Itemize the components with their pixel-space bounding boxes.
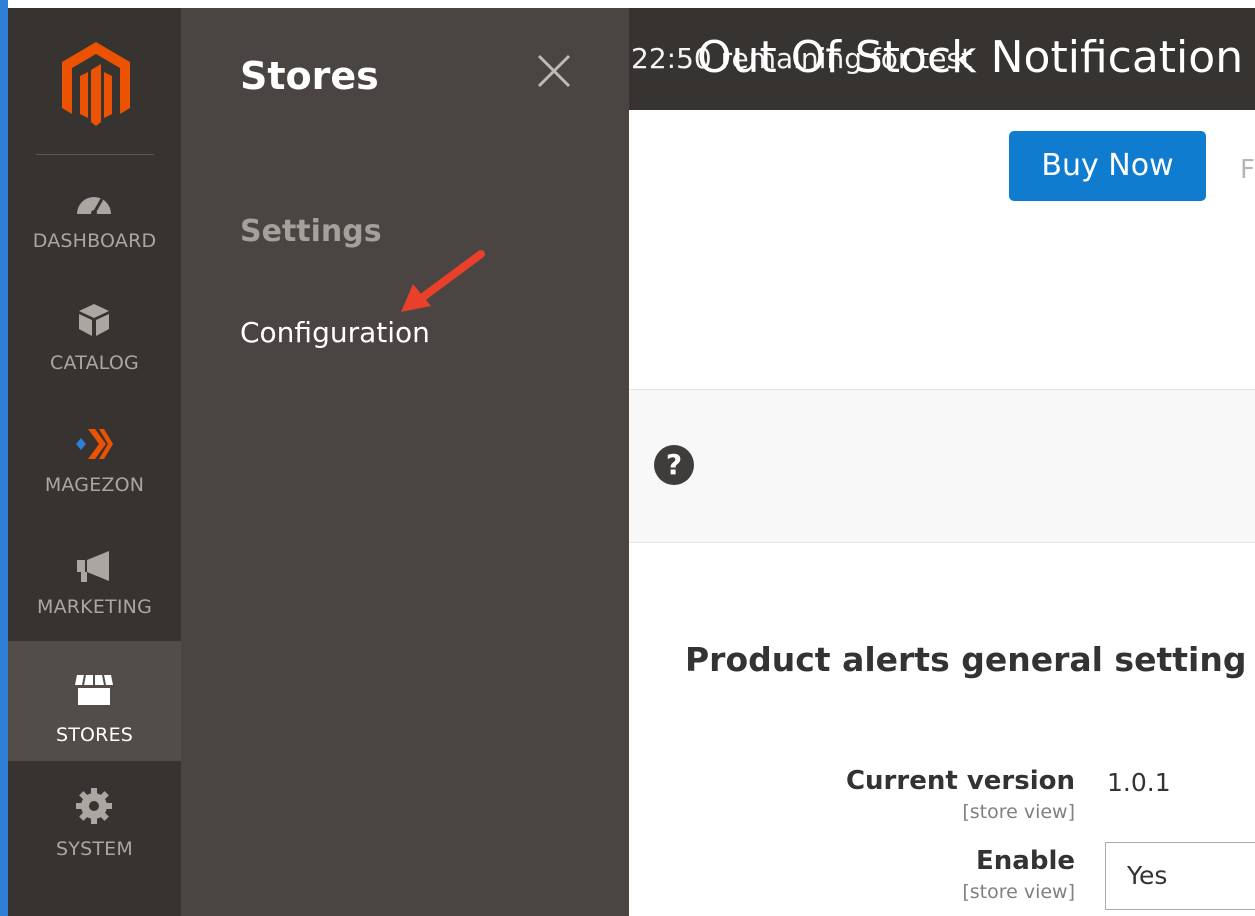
nav-item-system[interactable]: SYSTEM: [8, 780, 181, 900]
nav-item-dashboard[interactable]: DASHBOARD: [8, 170, 181, 290]
page-header: Out Of Stock Notification 22:50 remainin…: [629, 8, 1255, 110]
logo-divider: [36, 154, 154, 155]
nav-label-magezon: MAGEZON: [44, 474, 145, 496]
configuration-link[interactable]: Configuration: [240, 316, 430, 349]
flyout-title: Stores: [240, 54, 379, 98]
dashboard-gauge-icon: [77, 197, 111, 216]
annotation-arrow-icon: [401, 250, 485, 312]
gear-icon: [76, 788, 112, 824]
current-version-value: 1.0.1: [1107, 768, 1171, 797]
flyout-section-settings: Settings: [240, 214, 382, 249]
enable-label: Enable: [976, 846, 1075, 876]
enable-scope: [store view]: [962, 881, 1075, 903]
stores-flyout-menu: Stores Settings Configuration: [181, 8, 629, 916]
nav-item-marketing[interactable]: MARKETING: [8, 536, 181, 656]
megaphone-icon: [77, 551, 109, 582]
help-strip: [629, 389, 1255, 543]
nav-item-magezon[interactable]: MAGEZON: [8, 414, 181, 534]
magento-logo-icon[interactable]: [60, 40, 132, 130]
section-title: Product alerts general setting: [685, 640, 1247, 679]
truncated-action-label: F: [1240, 155, 1255, 185]
magezon-chevrons-icon: [76, 429, 113, 459]
store-icon: [75, 674, 113, 705]
buy-now-button[interactable]: Buy Now: [1009, 131, 1206, 201]
enable-select-value: Yes: [1127, 861, 1168, 890]
catalog-box-icon: [79, 304, 109, 336]
nav-label-system: SYSTEM: [56, 838, 133, 860]
nav-item-catalog[interactable]: CATALOG: [8, 292, 181, 412]
admin-sidebar: DASHBOARD CATALOG MAGEZON MARKETING STOR…: [8, 8, 181, 916]
nav-item-stores[interactable]: STORES: [8, 641, 181, 761]
test-timer: 22:50 remaining for test: [631, 42, 973, 75]
nav-label-stores: STORES: [55, 724, 134, 746]
window-edge: [0, 0, 8, 916]
current-version-scope: [store view]: [962, 801, 1075, 823]
close-icon[interactable]: [535, 52, 573, 90]
nav-label-marketing: MARKETING: [36, 596, 152, 618]
nav-label-dashboard: DASHBOARD: [32, 230, 157, 252]
current-version-label: Current version: [845, 766, 1075, 796]
help-icon[interactable]: ?: [654, 445, 694, 485]
enable-select[interactable]: Yes: [1105, 842, 1255, 910]
nav-label-catalog: CATALOG: [50, 352, 139, 374]
